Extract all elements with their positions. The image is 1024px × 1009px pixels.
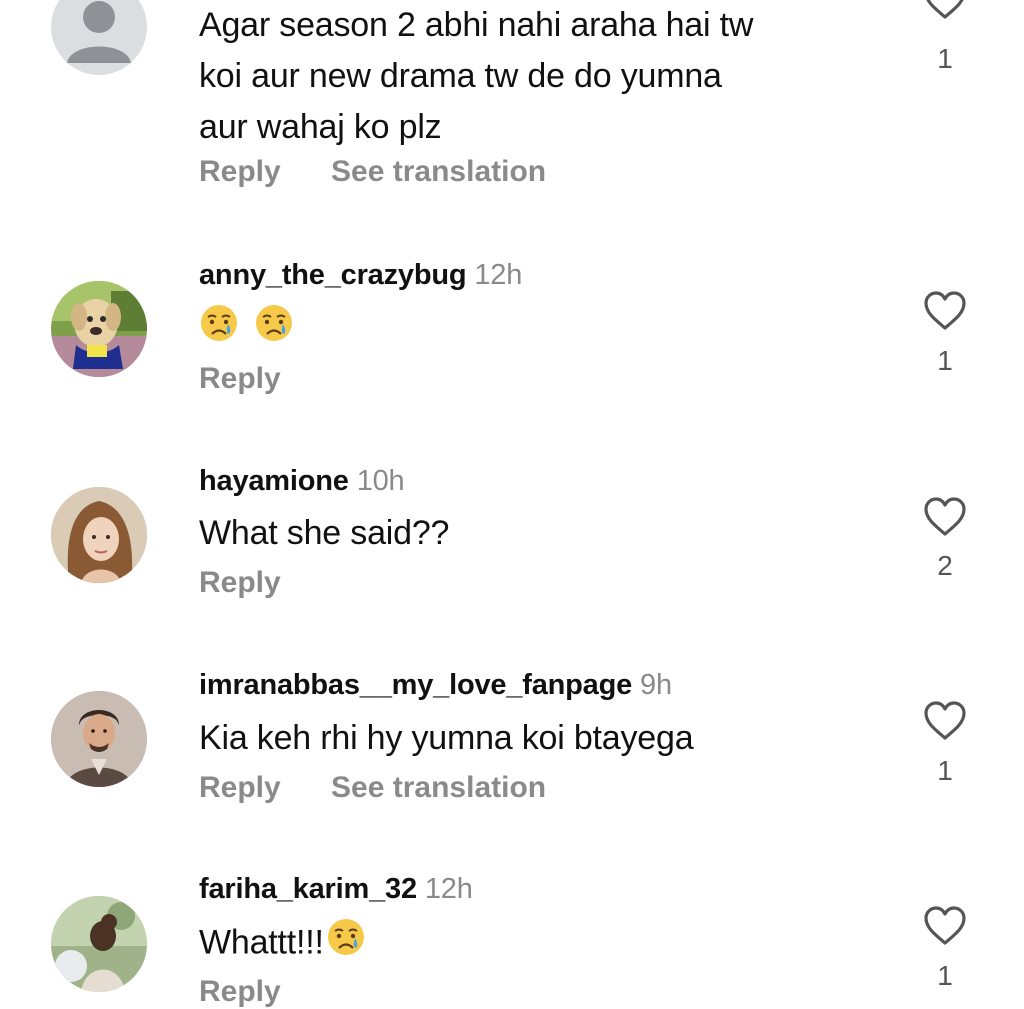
username[interactable]: anny_the_crazybug: [199, 259, 467, 291]
reply-button[interactable]: Reply: [199, 975, 281, 1009]
heart-icon: [924, 497, 966, 536]
see-translation-button[interactable]: See translation: [331, 771, 546, 805]
comment-text: Whattt!!!: [199, 917, 366, 972]
avatar[interactable]: [51, 0, 147, 75]
username[interactable]: hayamione: [199, 465, 349, 497]
avatar[interactable]: [51, 487, 147, 583]
reply-button[interactable]: Reply: [199, 566, 281, 600]
like-button[interactable]: [922, 906, 968, 946]
girl-portrait-icon: [51, 487, 147, 583]
reply-button[interactable]: Reply: [199, 155, 281, 189]
username[interactable]: fariha_karim_32: [199, 873, 417, 905]
avatar[interactable]: [51, 281, 147, 377]
heart-icon: [926, 0, 964, 19]
reply-button[interactable]: Reply: [199, 771, 281, 805]
see-translation-button[interactable]: See translation: [331, 155, 546, 189]
heart-icon: [924, 906, 966, 945]
comment-actions: Reply See translation: [199, 771, 546, 805]
like-count: 1: [937, 755, 953, 786]
comment-text: Agar season 2 abhi nahi araha hai tw koi…: [199, 6, 754, 146]
username-line: anny_the_crazybug 12h: [199, 259, 522, 292]
dog-photo-icon: [51, 281, 147, 377]
woman-back-icon: [51, 896, 147, 992]
avatar[interactable]: [51, 896, 147, 992]
comment-actions: Reply: [199, 975, 281, 1009]
like-button[interactable]: [922, 291, 968, 331]
username-line: imranabbas__my_love_fanpage 9h: [199, 669, 672, 702]
like-button[interactable]: [922, 0, 968, 20]
username[interactable]: imranabbas__my_love_fanpage: [199, 669, 632, 701]
username-line: fariha_karim_32 12h: [199, 873, 473, 906]
crying-face-emoji: [199, 303, 239, 358]
comment-text: What she said??: [199, 514, 450, 552]
like-count: 2: [937, 550, 953, 581]
username-line: hayamione 10h: [199, 465, 405, 498]
man-portrait-icon: [51, 691, 147, 787]
heart-icon: [924, 701, 966, 740]
like-count: 1: [937, 345, 953, 376]
timestamp: 10h: [356, 465, 405, 497]
comment-text: Kia keh rhi hy yumna koi btayega: [199, 719, 694, 757]
crying-face-emoji: [254, 303, 294, 358]
timestamp: 12h: [424, 873, 473, 905]
default-user-icon: [51, 0, 147, 75]
reply-button[interactable]: Reply: [199, 362, 281, 396]
comment-actions: Reply: [199, 362, 281, 396]
comment-text: [199, 303, 294, 358]
like-count: 1: [937, 960, 953, 991]
heart-icon: [924, 291, 966, 330]
comment-actions: Reply See translation: [199, 155, 546, 189]
like-button[interactable]: [922, 701, 968, 741]
comment-actions: Reply: [199, 566, 281, 600]
like-button[interactable]: [922, 497, 968, 537]
timestamp: 9h: [640, 669, 672, 701]
crying-face-emoji: [326, 917, 366, 972]
like-count: 1: [937, 43, 953, 74]
timestamp: 12h: [474, 259, 523, 291]
avatar[interactable]: [51, 691, 147, 787]
